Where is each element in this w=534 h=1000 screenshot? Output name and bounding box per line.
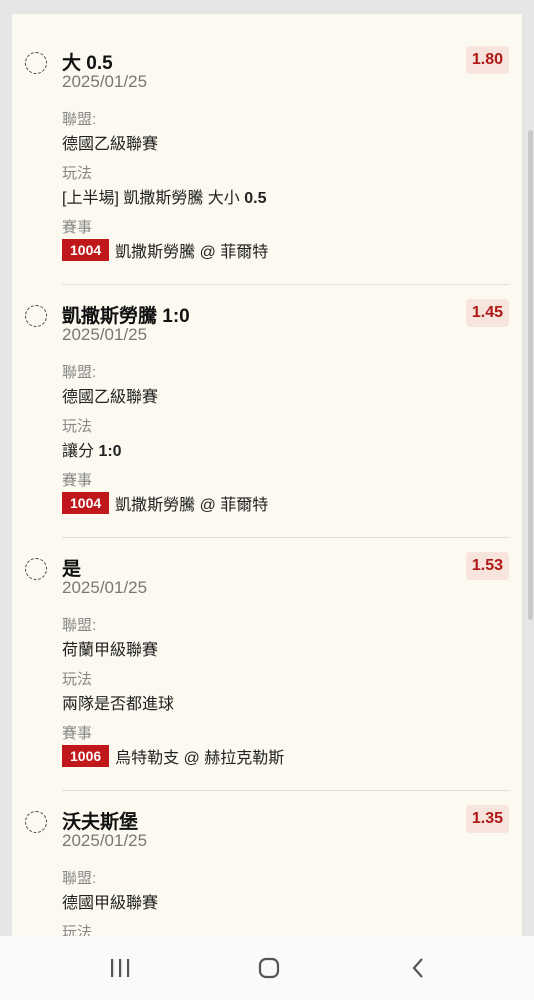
league-label: 聯盟: xyxy=(62,364,97,381)
play-value: 讓分 1:0 xyxy=(62,437,122,461)
bet-title: 沃夫斯堡 xyxy=(62,812,139,833)
bet-title: 凱撒斯勞騰 1:0 xyxy=(62,306,190,327)
odds-badge[interactable]: 1.53 xyxy=(465,552,509,580)
event-match: 凱撒斯勞騰 @ 菲爾特 xyxy=(115,244,269,261)
play-label: 玩法 xyxy=(62,165,93,182)
league-label: 聯盟: xyxy=(62,870,97,887)
select-radio[interactable] xyxy=(25,811,47,833)
event-match: 烏特勒支 @ 赫拉克勒斯 xyxy=(115,750,285,767)
home-icon-glyph xyxy=(258,957,280,979)
odds-badge[interactable]: 1.45 xyxy=(465,299,509,327)
play-label: 玩法 xyxy=(62,671,93,688)
play-value: [上半場] 凱撒斯勞騰 大小 0.5 xyxy=(62,184,266,208)
odds-badge[interactable]: 1.80 xyxy=(465,46,509,74)
event-code-badge: 1006 xyxy=(62,745,110,767)
select-radio[interactable] xyxy=(25,558,47,580)
league-label: 聯盟: xyxy=(62,111,97,128)
event-code-badge: 1004 xyxy=(62,239,110,261)
play-prefix: 讓分 xyxy=(62,443,99,460)
event-label: 賽事 xyxy=(62,219,93,236)
play-prefix: 兩隊是否都進球 xyxy=(62,696,175,713)
league-label: 聯盟: xyxy=(62,617,97,634)
play-value: 兩隊是否都進球 xyxy=(62,690,174,714)
event-label: 賽事 xyxy=(62,725,93,742)
event-value: 1006 烏特勒支 @ 赫拉克勒斯 xyxy=(62,744,284,768)
event-value: 1004 凱撒斯勞騰 @ 菲爾特 xyxy=(62,238,268,262)
bet-title: 大 0.5 xyxy=(62,53,113,74)
event-code-badge: 1004 xyxy=(62,492,110,514)
league-value: 德國乙級聯賽 xyxy=(62,389,159,406)
play-label: 玩法 xyxy=(62,924,93,936)
odds-badge[interactable]: 1.35 xyxy=(465,805,509,833)
play-prefix: [上半場] 凱撒斯勞騰 大小 xyxy=(62,190,245,207)
system-navigation-bar xyxy=(0,936,534,1000)
back-icon-glyph xyxy=(412,958,423,978)
select-radio[interactable] xyxy=(25,52,47,74)
event-value: 1004 凱撒斯勞騰 @ 菲爾特 xyxy=(62,491,268,515)
divider xyxy=(62,284,509,285)
divider xyxy=(62,790,509,791)
scrollbar[interactable] xyxy=(528,130,533,620)
league-value: 德國甲級聯賽 xyxy=(62,895,159,912)
bet-date: 2025/01/25 xyxy=(62,325,148,344)
play-line: 1:0 xyxy=(98,443,122,460)
home-icon[interactable] xyxy=(249,954,289,982)
event-match: 凱撒斯勞騰 @ 菲爾特 xyxy=(115,497,269,514)
bet-date: 2025/01/25 xyxy=(62,72,148,91)
league-value: 荷蘭甲級聯賽 xyxy=(62,642,159,659)
play-label: 玩法 xyxy=(62,418,93,435)
select-radio[interactable] xyxy=(25,305,47,327)
league-value: 德國乙級聯賽 xyxy=(62,136,159,153)
play-line: 0.5 xyxy=(244,190,267,207)
bet-date: 2025/01/25 xyxy=(62,578,148,597)
bet-slip-panel: 大 0.5 2025/01/25 1.80 聯盟: 德國乙級聯賽 玩法 [上半場… xyxy=(12,14,522,936)
top-edge xyxy=(0,0,534,14)
event-label: 賽事 xyxy=(62,472,93,489)
recents-icon-glyph xyxy=(111,959,130,977)
back-icon[interactable] xyxy=(399,954,439,982)
bet-date: 2025/01/25 xyxy=(62,831,148,850)
bet-title: 是 xyxy=(62,559,82,580)
divider xyxy=(62,537,509,538)
recents-icon[interactable] xyxy=(100,954,140,982)
